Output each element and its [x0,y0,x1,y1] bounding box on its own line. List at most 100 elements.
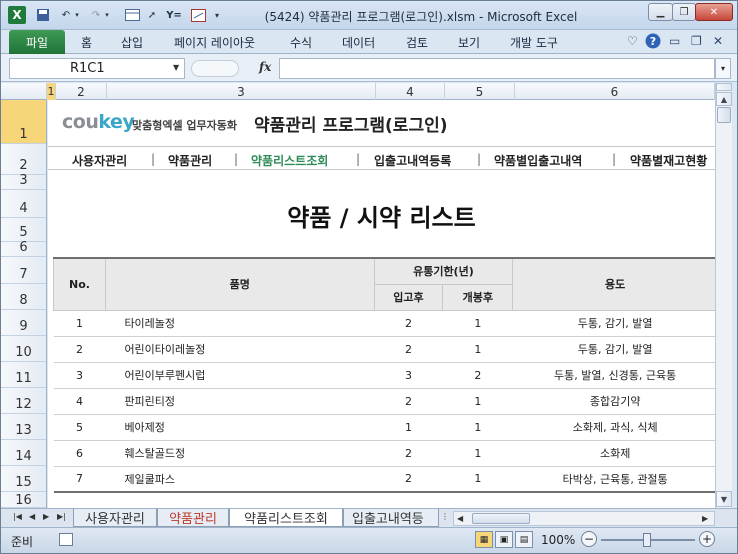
nav-stock-status[interactable]: 약품별재고현황 [630,152,707,169]
formula-input[interactable] [279,58,715,79]
cell-after-open[interactable]: 1 [442,310,513,337]
name-box-dropdown-icon[interactable]: ▼ [173,63,179,72]
tab-page-layout[interactable]: 페이지 레이아웃 [174,34,255,51]
cell-after-stock[interactable]: 1 [374,414,443,441]
tab-formulas[interactable]: 수식 [290,34,312,51]
row-header-15[interactable]: 15 [1,466,46,492]
cell-usage[interactable]: 두통, 감기, 발열 [512,336,715,363]
excel-app-icon[interactable]: X [8,6,26,24]
scroll-right-icon[interactable]: ▶ [702,514,708,523]
row-header-4[interactable]: 4 [1,190,46,218]
nav-user-management[interactable]: 사용자관리 [72,152,127,169]
tab-file[interactable]: 파일 [9,30,65,54]
sheet-tab-drug-list[interactable]: 약품리스트조회 [229,509,343,527]
close-button[interactable]: ✕ [695,3,733,21]
cell-after-open[interactable]: 1 [442,414,513,441]
nav-drug-list[interactable]: 약품리스트조회 [251,152,328,169]
page-layout-view-icon[interactable]: ▣ [495,531,513,548]
table-row[interactable]: 3 어린이부루펜시럽 3 2 두통, 발열, 신경통, 근육통 [53,362,715,389]
row-header-11[interactable]: 11 [1,362,46,388]
zoom-slider-thumb[interactable] [643,533,651,547]
column-header-3[interactable]: 3 [107,83,376,100]
column-header-2[interactable]: 2 [56,83,107,100]
cell-after-open[interactable]: 1 [442,466,513,493]
cell-after-stock[interactable]: 2 [374,440,443,467]
insert-function-icon[interactable]: fx [259,60,271,74]
tab-data[interactable]: 데이터 [342,34,375,51]
table-row[interactable]: 4 판피린티정 2 1 종합감기약 [53,388,715,415]
first-sheet-icon[interactable]: |◀ [13,512,22,521]
row-header-16[interactable]: 16 [1,492,46,508]
normal-view-icon[interactable]: ▦ [475,531,493,548]
scroll-down-icon[interactable]: ▼ [716,491,732,507]
formula-expand-icon[interactable]: ▾ [715,58,731,79]
cell-after-stock[interactable]: 2 [374,310,443,337]
row-header-6[interactable]: 6 [1,240,46,257]
help-icon[interactable]: ? [645,33,661,52]
row-header-1[interactable]: 1 [1,100,46,144]
row-header-13[interactable]: 13 [1,414,46,440]
horizontal-scroll-thumb[interactable] [472,513,530,524]
cell-name[interactable]: 판피린티정 [105,388,375,415]
customize-qat-icon[interactable]: ▾ [211,7,223,23]
vertical-scroll-thumb[interactable] [717,107,731,123]
cell-no[interactable]: 3 [53,362,106,389]
column-header-6[interactable]: 6 [515,83,715,100]
zoom-in-icon[interactable]: + [699,531,715,547]
table-row[interactable]: 5 베아제정 1 1 소화제, 과식, 식체 [53,414,715,441]
vertical-scrollbar[interactable]: ▲ ▼ [715,83,732,508]
scroll-up-icon[interactable]: ▲ [716,92,732,106]
cell-no[interactable]: 5 [53,414,106,441]
row-header-14[interactable]: 14 [1,440,46,466]
tab-home[interactable]: 홈 [81,34,92,51]
restore-button[interactable]: ❐ [672,3,696,21]
ribbon-minimize-icon[interactable]: ▭ [669,34,680,48]
column-header-5[interactable]: 5 [445,83,515,100]
sheet-tab-inout[interactable]: 입출고내역등 [343,509,439,527]
cell-after-open[interactable]: 2 [442,362,513,389]
cell-usage[interactable]: 소화제, 과식, 식체 [512,414,715,441]
form-icon[interactable] [123,7,141,23]
cell-name[interactable]: 제일쿨파스 [105,466,375,493]
cell-after-open[interactable]: 1 [442,440,513,467]
table-row[interactable]: 1 타이레놀정 2 1 두통, 감기, 발열 [53,310,715,337]
table-row[interactable]: 7 제일쿨파스 2 1 타박상, 근육통, 관절통 [53,466,715,493]
formula-bar-expander[interactable] [191,60,239,77]
sheet-tab-drugs[interactable]: 약품관리 [157,509,229,527]
column-header-1[interactable]: 1 [47,83,56,100]
tab-view[interactable]: 보기 [458,34,480,51]
column-header-4[interactable]: 4 [376,83,445,100]
select-all-corner[interactable] [1,83,47,100]
cell-no[interactable]: 4 [53,388,106,415]
minimize-button[interactable]: ▁ [648,3,673,21]
tab-review[interactable]: 검토 [406,34,428,51]
nav-drug-management[interactable]: 약품관리 [168,152,212,169]
cell-usage[interactable]: 두통, 발열, 신경통, 근육통 [512,362,715,389]
sheet-tab-users[interactable]: 사용자관리 [73,509,157,527]
cell-no[interactable]: 2 [53,336,106,363]
row-header-3[interactable]: 3 [1,173,46,190]
row-header-8[interactable]: 8 [1,284,46,310]
cell-usage[interactable]: 종합감기약 [512,388,715,415]
chart-icon[interactable] [189,7,207,23]
cell-usage[interactable]: 소화제 [512,440,715,467]
cell-no[interactable]: 7 [53,466,106,493]
tab-developer[interactable]: 개발 도구 [510,34,558,51]
row-header-10[interactable]: 10 [1,336,46,362]
row-header-12[interactable]: 12 [1,388,46,414]
last-sheet-icon[interactable]: ▶| [57,512,66,521]
redo-dropdown-icon[interactable]: ▾ [103,7,111,23]
cell-after-stock[interactable]: 3 [374,362,443,389]
row-header-2[interactable]: 2 [1,144,46,175]
filter-icon[interactable]: Y= [165,7,183,23]
table-row[interactable]: 6 훼스탈골드정 2 1 소화제 [53,440,715,467]
name-box[interactable]: R1C1 [9,58,185,79]
select-icon[interactable]: ➚ [145,7,159,23]
row-header-5[interactable]: 5 [1,218,46,242]
next-sheet-icon[interactable]: ▶ [43,512,49,521]
cell-usage[interactable]: 타박상, 근육통, 관절통 [512,466,715,493]
scroll-left-icon[interactable]: ◀ [457,514,463,523]
cell-name[interactable]: 베아제정 [105,414,375,441]
zoom-level[interactable]: 100% [541,533,575,547]
nav-inout-register[interactable]: 입출고내역등록 [374,152,451,169]
